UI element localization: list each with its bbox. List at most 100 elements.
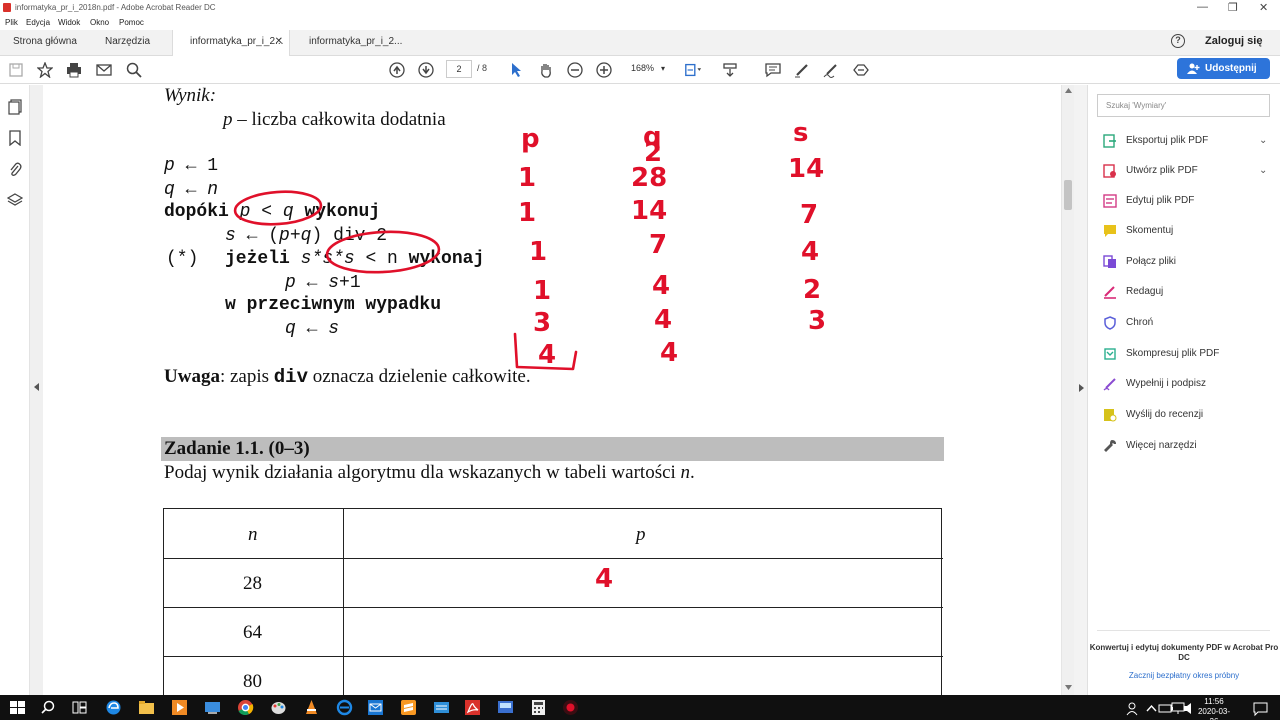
close-window-button[interactable]: ✕ <box>1259 1 1268 14</box>
restore-button[interactable]: ❐ <box>1228 1 1238 14</box>
remote-desktop-icon[interactable] <box>204 699 221 716</box>
people-icon[interactable] <box>1126 700 1143 717</box>
promo-title: Konwertuj i edytuj dokumenty PDF w Acrob… <box>1089 643 1279 662</box>
chevron-down-icon[interactable]: ⌄ <box>1259 131 1267 151</box>
email-icon[interactable] <box>95 61 113 79</box>
sign-icon[interactable] <box>822 61 840 79</box>
send-review-icon <box>1104 409 1117 422</box>
shield-icon <box>1104 316 1116 330</box>
layers-icon[interactable] <box>6 192 24 211</box>
tools-search-input[interactable]: Szukaj 'Wymiary' <box>1097 94 1270 117</box>
tool-edit-pdf[interactable]: Edytuj plik PDF <box>1103 191 1194 211</box>
bookmarks-icon[interactable] <box>9 130 21 149</box>
notifications-icon[interactable] <box>1252 700 1269 717</box>
share-button[interactable]: Udostępnij <box>1177 58 1270 79</box>
sublime-text-icon[interactable] <box>400 699 417 716</box>
pane-divider <box>1097 630 1270 631</box>
next-page-icon[interactable] <box>417 61 435 79</box>
recording-app-icon[interactable] <box>562 699 579 716</box>
bookmark-star-icon[interactable] <box>36 61 54 79</box>
search-icon[interactable] <box>125 61 143 79</box>
zoom-level-select[interactable]: 168% ▾ <box>622 60 672 78</box>
attachments-icon[interactable] <box>8 161 22 180</box>
print-icon[interactable] <box>65 61 83 79</box>
menu-edycja[interactable]: Edycja <box>26 18 50 27</box>
menu-pomoc[interactable]: Pomoc <box>119 18 144 27</box>
tool-redact[interactable]: Redaguj <box>1103 282 1163 302</box>
ink-col1-6: 4 <box>538 340 556 370</box>
tool-more-tools[interactable]: Więcej narzędzi <box>1103 436 1197 456</box>
media-player-icon[interactable] <box>171 699 188 716</box>
previous-page-icon[interactable] <box>388 61 406 79</box>
acrobat-app-icon <box>3 3 11 12</box>
scroll-up-icon[interactable] <box>1065 88 1072 93</box>
save-icon[interactable] <box>7 61 25 79</box>
ink-circle-p-lt-q <box>233 190 323 226</box>
acrobat-reader-taskbar-icon[interactable] <box>464 699 481 716</box>
vlc-icon[interactable] <box>303 699 320 716</box>
tool-comment[interactable]: Skomentuj <box>1103 221 1173 241</box>
taskbar-clock[interactable]: 11:56 2020-03-26 <box>1194 697 1234 727</box>
tab-tools[interactable]: Narzędzia <box>105 30 150 56</box>
right-pane-collapse-bar[interactable] <box>1074 85 1088 695</box>
minimize-button[interactable]: — <box>1197 1 1208 13</box>
screen-tool-icon[interactable] <box>497 699 514 716</box>
internet-explorer-icon[interactable] <box>336 699 353 716</box>
mail-icon[interactable] <box>367 699 384 716</box>
menu-plik[interactable]: Plik <box>5 18 18 27</box>
fit-page-icon[interactable] <box>684 61 702 79</box>
taskbar-search-icon[interactable] <box>40 699 57 716</box>
tab-document-active[interactable]: informatyka_pr_i_2... ✕ <box>172 30 290 57</box>
chevron-down-icon: ▾ <box>661 64 666 73</box>
tools-pane: Szukaj 'Wymiary' Eksportuj plik PDF ⌄ Ut… <box>1088 85 1280 695</box>
windows-start-icon[interactable] <box>9 699 26 716</box>
ink-col1-0: p <box>521 124 540 154</box>
vertical-scrollbar[interactable] <box>1061 85 1074 695</box>
chrome-icon[interactable] <box>237 699 254 716</box>
more-tools-icon[interactable] <box>852 61 870 79</box>
tool-combine-files[interactable]: Połącz pliki <box>1103 252 1176 272</box>
tab-home[interactable]: Strona główna <box>13 30 77 56</box>
ink-col2-7: 4 <box>660 338 678 368</box>
paint-icon[interactable] <box>270 699 287 716</box>
page-number-input[interactable]: 2 <box>446 60 472 78</box>
ink-col3-4: 2 <box>803 275 821 305</box>
promo-trial-link[interactable]: Zacznij bezpłatny okres próbny <box>1088 671 1280 680</box>
hand-tool-icon[interactable] <box>537 61 555 79</box>
fill-sign-icon <box>1103 378 1116 391</box>
ink-answer-28: 4 <box>595 564 613 594</box>
calculator-icon[interactable] <box>530 699 547 716</box>
tool-protect[interactable]: Chroń <box>1103 313 1153 333</box>
clock-time: 11:56 <box>1204 697 1224 706</box>
tab-document-2[interactable]: informatyka_pr_i_2... <box>309 30 402 56</box>
tool-compress-pdf[interactable]: Skompresuj plik PDF <box>1103 344 1219 364</box>
tool-create-pdf[interactable]: Utwórz plik PDF ⌄ <box>1103 161 1267 181</box>
login-link[interactable]: Zaloguj się <box>1205 35 1262 47</box>
document-view[interactable]: Wynik: p – liczba całkowita dodatnia p ←… <box>43 85 1061 695</box>
page-thumbnails-icon[interactable] <box>8 99 22 118</box>
menu-widok[interactable]: Widok <box>58 18 80 27</box>
add-user-icon <box>1187 63 1200 74</box>
select-pointer-icon[interactable] <box>508 61 526 79</box>
highlight-pen-icon[interactable] <box>793 61 811 79</box>
scroll-down-icon[interactable] <box>1065 685 1072 690</box>
comment-icon[interactable] <box>764 61 782 79</box>
scroll-mode-icon[interactable] <box>721 61 739 79</box>
left-navigation-pane <box>0 85 30 695</box>
network-tool-icon[interactable] <box>433 699 450 716</box>
help-icon[interactable]: ? <box>1171 34 1185 48</box>
tool-fill-sign[interactable]: Wypełnij i podpisz <box>1103 374 1206 394</box>
edge-browser-icon[interactable] <box>105 699 122 716</box>
tab-close-icon[interactable]: ✕ <box>275 30 283 54</box>
zoom-in-icon[interactable] <box>595 61 613 79</box>
left-pane-collapse-bar[interactable] <box>30 85 43 695</box>
chevron-down-icon[interactable]: ⌄ <box>1259 161 1267 181</box>
tool-send-for-review[interactable]: Wyślij do recenzji <box>1103 405 1203 425</box>
scrollbar-thumb[interactable] <box>1064 180 1072 210</box>
menu-okno[interactable]: Okno <box>90 18 109 27</box>
zoom-out-icon[interactable] <box>566 61 584 79</box>
task-view-icon[interactable] <box>71 699 88 716</box>
file-explorer-icon[interactable] <box>138 699 155 716</box>
tab-bar: Strona główna Narzędzia informatyka_pr_i… <box>0 30 1280 57</box>
tool-export-pdf[interactable]: Eksportuj plik PDF ⌄ <box>1103 131 1267 151</box>
